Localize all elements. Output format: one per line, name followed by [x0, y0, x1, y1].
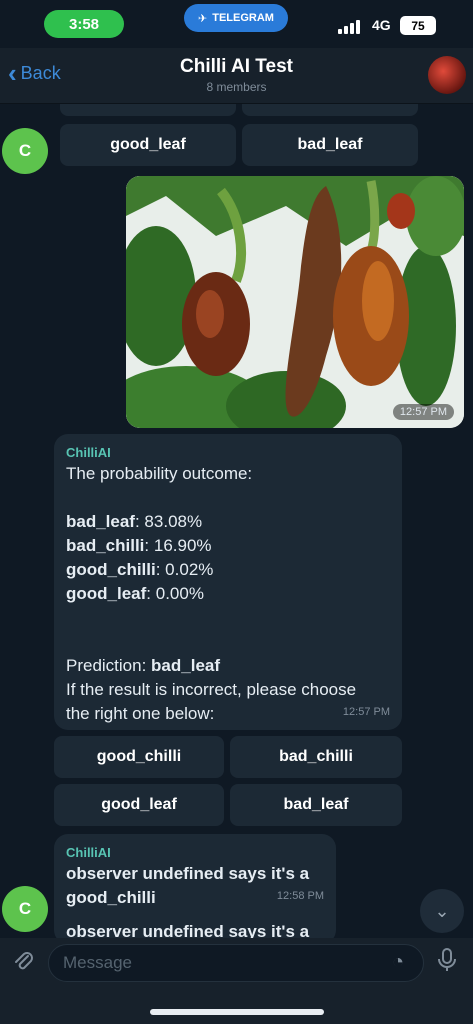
probability-message[interactable]: ChilliAI The probability outcome: bad_le… — [54, 434, 402, 730]
signal-icon — [338, 20, 360, 34]
probability-label: good_leaf — [66, 584, 147, 603]
observer-next-line: observer undefined says it's a — [66, 922, 310, 938]
probability-value: : 0.02% — [155, 560, 214, 579]
network-type: 4G — [372, 17, 391, 33]
keyboard-button-good-chilli[interactable]: good_chilli — [54, 736, 224, 778]
probability-row: good_leaf: 0.00% — [66, 582, 390, 606]
bot-avatar[interactable]: C — [2, 886, 48, 932]
message-sender: ChilliAI — [66, 845, 111, 860]
keyboard-button-good-leaf[interactable]: good_leaf — [54, 784, 224, 826]
keyboard-button-bad-chilli-partial[interactable]: bad_chilli — [242, 104, 418, 116]
prediction-line: Prediction: bad_leaf — [66, 654, 390, 678]
chat-header: ‹ Back Chilli AI Test 8 members — [0, 48, 473, 104]
chat-messages[interactable]: good_chilli bad_chilli good_leaf bad_lea… — [0, 104, 473, 938]
telegram-return-pill[interactable]: ✈ TELEGRAM — [184, 4, 288, 32]
keyboard-button-bad-chilli[interactable]: bad_chilli — [230, 736, 402, 778]
keyboard-button-bad-leaf[interactable]: bad_leaf — [230, 784, 402, 826]
microphone-icon[interactable] — [436, 947, 458, 980]
telegram-plane-icon: ✈ — [198, 12, 208, 25]
photo-timestamp: 12:57 PM — [392, 404, 454, 420]
keyboard-button-good-leaf[interactable]: good_leaf — [60, 124, 236, 166]
probability-row: good_chilli: 0.02% — [66, 558, 390, 582]
mic-glyph — [438, 948, 456, 971]
probability-value: : 16.90% — [144, 536, 212, 555]
back-button[interactable]: ‹ Back — [8, 60, 61, 86]
probability-label: good_chilli — [66, 560, 156, 579]
group-avatar[interactable] — [428, 56, 466, 94]
probability-heading: The probability outcome: — [66, 464, 253, 483]
attach-glyph — [15, 952, 33, 970]
probability-label: bad_leaf — [66, 512, 135, 531]
back-label: Back — [20, 62, 61, 83]
prediction-prefix: Prediction: — [66, 656, 152, 675]
probability-label: bad_chilli — [66, 536, 145, 555]
instruction-line-2: the right one below: — [66, 704, 215, 723]
probability-value: : 83.08% — [134, 512, 203, 531]
instruction-line-1: If the result is incorrect, please choos… — [66, 680, 357, 699]
chilli-plant-image — [126, 176, 464, 428]
probability-row: bad_chilli: 16.90% — [66, 534, 390, 558]
chilli-photo[interactable]: 12:57 PM — [126, 176, 464, 428]
keyboard-button-good-chilli-partial[interactable]: good_chilli — [60, 104, 236, 116]
prediction-value: bad_leaf — [151, 656, 221, 675]
observer-line-1: observer undefined says it's a — [66, 864, 310, 883]
scroll-down-button[interactable]: ⌄ — [420, 889, 464, 933]
message-sender: ChilliAI — [66, 445, 111, 460]
bot-avatar[interactable]: C — [2, 128, 48, 174]
battery-icon: 75 — [400, 16, 436, 35]
sticker-icon[interactable]: ◔ — [392, 951, 404, 974]
keyboard-button-bad-leaf[interactable]: bad_leaf — [242, 124, 418, 166]
home-indicator[interactable] — [150, 1009, 324, 1015]
status-time[interactable]: 3:58 — [44, 10, 124, 38]
observer-message[interactable]: ChilliAI observer undefined says it's a … — [54, 834, 336, 938]
paperclip-icon[interactable] — [10, 948, 40, 978]
chat-title-area[interactable]: Chilli AI Test 8 members — [120, 56, 353, 94]
status-bar: 3:58 ✈ TELEGRAM 4G 75 — [0, 0, 473, 48]
message-input[interactable] — [48, 944, 424, 982]
chat-member-count: 8 members — [206, 80, 267, 94]
chat-title: Chilli AI Test — [180, 56, 293, 77]
message-timestamp: 12:58 PM — [276, 890, 324, 902]
probability-row: bad_leaf: 83.08% — [66, 510, 390, 534]
probability-value: : 0.00% — [146, 584, 204, 603]
telegram-pill-label: TELEGRAM — [212, 12, 274, 24]
chevron-left-icon: ‹ — [8, 58, 17, 88]
message-composer: ◔ — [0, 938, 473, 1024]
message-timestamp: 12:57 PM — [342, 706, 390, 718]
chevron-down-icon: ⌄ — [434, 900, 450, 921]
